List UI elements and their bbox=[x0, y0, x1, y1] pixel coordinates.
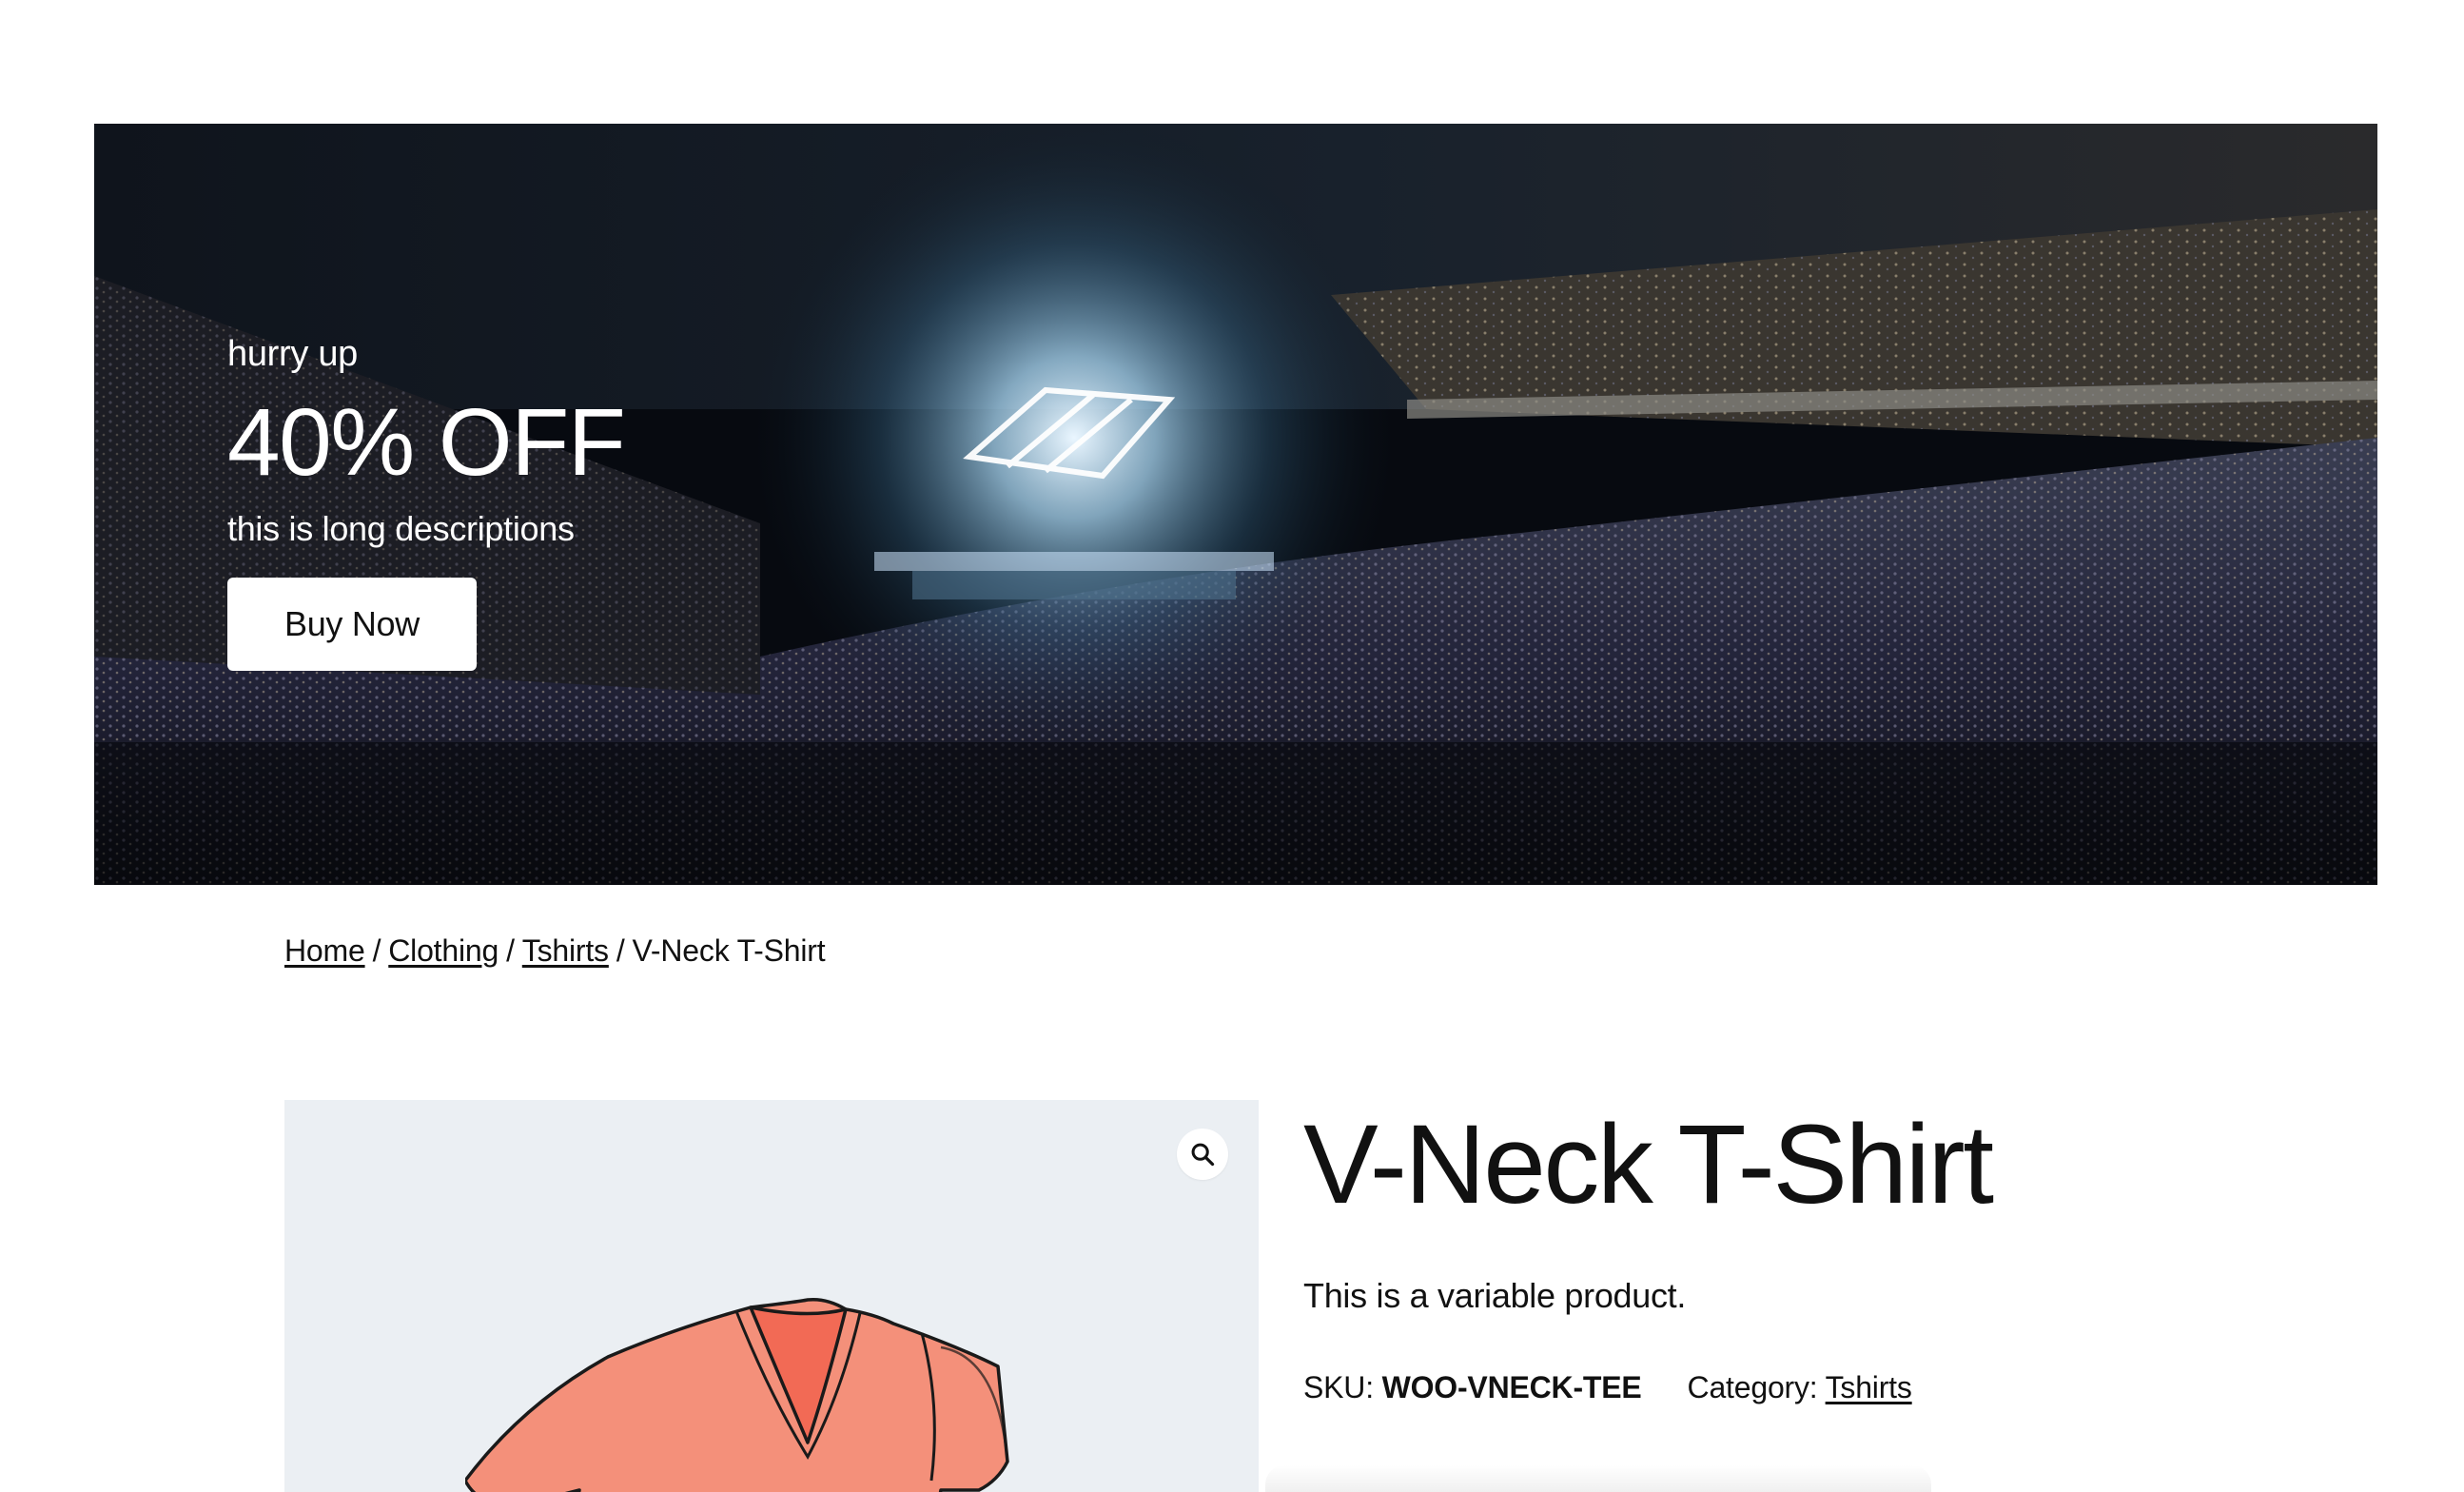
breadcrumb-home[interactable]: Home bbox=[284, 933, 365, 968]
product-title: V-Neck T-Shirt bbox=[1303, 1102, 1994, 1227]
product-gallery[interactable] bbox=[284, 1100, 1259, 1492]
promo-description: this is long descriptions bbox=[227, 508, 575, 548]
breadcrumb-separator: / bbox=[616, 933, 625, 968]
v-neck-tshirt-image bbox=[465, 1297, 1009, 1492]
scroll-fade bbox=[1265, 1465, 1931, 1492]
sku-label: SKU: bbox=[1303, 1369, 1374, 1404]
category-label: Category: bbox=[1687, 1369, 1818, 1404]
buy-now-button[interactable]: Buy Now bbox=[227, 577, 477, 671]
sku-value: WOO-VNECK-TEE bbox=[1381, 1369, 1642, 1404]
product-short-description: This is a variable product. bbox=[1303, 1275, 1687, 1315]
category-link[interactable]: Tshirts bbox=[1826, 1370, 1912, 1404]
magnifier-icon bbox=[1191, 1143, 1215, 1167]
breadcrumb-separator: / bbox=[506, 933, 515, 968]
category-wrapper: Category: Tshirts bbox=[1688, 1369, 1912, 1405]
promo-headline: 40% OFF bbox=[227, 388, 626, 496]
breadcrumb-clothing[interactable]: Clothing bbox=[388, 933, 499, 968]
product-meta: SKU: WOO-VNECK-TEE Category: Tshirts bbox=[1303, 1369, 2350, 1405]
product-page: hurry up 40% OFF this is long descriptio… bbox=[0, 0, 2464, 1492]
breadcrumb-current: V-Neck T-Shirt bbox=[632, 933, 826, 968]
breadcrumb: Home / Clothing / Tshirts / V-Neck T-Shirt bbox=[284, 932, 826, 969]
promo-banner: hurry up 40% OFF this is long descriptio… bbox=[94, 124, 2377, 885]
breadcrumb-tshirts[interactable]: Tshirts bbox=[522, 933, 609, 968]
promo-content: hurry up 40% OFF this is long descriptio… bbox=[227, 333, 626, 671]
product-summary: V-Neck T-Shirt This is a variable produc… bbox=[1303, 1102, 2350, 1405]
promo-eyebrow: hurry up bbox=[227, 334, 359, 374]
sku-wrapper: SKU: WOO-VNECK-TEE bbox=[1303, 1369, 1642, 1405]
gallery-zoom-button[interactable] bbox=[1177, 1129, 1228, 1180]
breadcrumb-separator: / bbox=[372, 933, 381, 968]
